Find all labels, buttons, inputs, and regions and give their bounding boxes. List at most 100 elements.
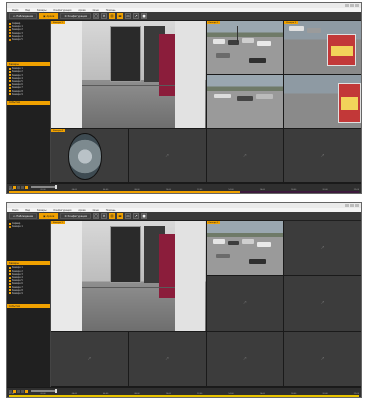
folder-icon: [9, 286, 11, 289]
grid-icon[interactable]: ▥: [109, 213, 116, 219]
camera-image: [51, 221, 206, 331]
minimize-button[interactable]: [345, 204, 349, 207]
camera-icon[interactable]: ▬: [117, 13, 124, 19]
close-button[interactable]: [355, 4, 359, 7]
camera-view[interactable]: Камера 1: [51, 221, 206, 331]
camera-view-empty[interactable]: ↗: [206, 129, 284, 182]
window-icon[interactable]: ▭: [125, 213, 132, 219]
folder-icon: [9, 289, 11, 292]
camera-view-empty[interactable]: ↗: [284, 331, 361, 386]
camera-placeholder-icon: ↗: [242, 152, 247, 159]
camera-view[interactable]: [284, 75, 361, 128]
camera-view-empty[interactable]: ↗: [206, 331, 284, 386]
live-view-button[interactable]: ▭ Наблюдение: [9, 13, 38, 19]
folder-icon: [9, 93, 11, 96]
config-button[interactable]: ⚙ Конфигурация: [60, 213, 92, 219]
camera-icon: [9, 28, 11, 31]
camera-list-item[interactable]: Камера 9: [9, 292, 48, 295]
maximize-button[interactable]: [350, 204, 354, 207]
folder-icon: [9, 266, 11, 269]
gear-icon: ⚙: [64, 14, 67, 18]
camera-label: Камера 2: [206, 221, 221, 224]
folder-icon: [9, 292, 11, 295]
camera-icon[interactable]: ▬: [117, 213, 124, 219]
camera-view-empty[interactable]: ↗: [284, 221, 361, 276]
timeline[interactable]: 00:00 02:00 04:00 06:00 08:00 10:00 12:00 14:00…: [7, 183, 361, 193]
maximize-button[interactable]: [350, 4, 354, 7]
folder-icon: [9, 83, 11, 86]
folder-icon: [9, 80, 11, 83]
tree-item[interactable]: Камера 5: [9, 38, 48, 41]
fisheye-image: [67, 133, 102, 180]
folder-icon: [9, 90, 11, 93]
camera-image: [284, 21, 361, 74]
archive-icon: ▣: [43, 14, 46, 18]
tree-item[interactable]: Камера 1: [9, 225, 48, 228]
live-view-button[interactable]: ▭ Наблюдение: [9, 213, 38, 219]
camera-view[interactable]: Камера 2: [206, 221, 284, 276]
camera-placeholder-icon: ↗: [320, 152, 325, 159]
close-button[interactable]: [355, 204, 359, 207]
events-section-header[interactable]: События: [7, 100, 50, 105]
share-icon[interactable]: ↗: [133, 213, 140, 219]
share-icon[interactable]: ↗: [133, 13, 140, 19]
sidebar: Сервер Камера 1 Камеры Камера 1 Камера 2…: [7, 221, 51, 387]
camera-label: Камера 3: [284, 21, 299, 24]
camera-list-item[interactable]: Камера 9: [9, 93, 48, 96]
camera-image: [206, 21, 284, 74]
events-section-header[interactable]: События: [7, 304, 50, 309]
camera-view-empty[interactable]: ↗: [284, 276, 361, 331]
monitor-icon: ▭: [13, 214, 16, 218]
camera-label: Камера 1: [51, 21, 65, 24]
camera-icon: [9, 35, 11, 38]
layout-icon[interactable]: ▢: [93, 13, 100, 19]
camera-view[interactable]: Камера 4: [51, 129, 128, 182]
recording-bar[interactable]: [9, 395, 359, 397]
camera-label: Камера 2: [206, 21, 221, 24]
camera-list: Камера 1 Камера 2 Камера 3 Камера 4 Каме…: [7, 265, 50, 296]
camera-placeholder-icon: ↗: [87, 355, 92, 362]
folder-icon: [9, 67, 11, 70]
folder-icon: [9, 273, 11, 276]
camera-image: [51, 21, 206, 128]
camera-view-empty[interactable]: ↗: [206, 276, 284, 331]
close-layout-icon[interactable]: ✕: [101, 213, 108, 219]
folder-icon: [9, 74, 11, 77]
camera-list: Камера 1 Камера 2 Камера 3 Камера 4 Каме…: [7, 66, 50, 97]
video-grid: Камера 1 Камера 2 ↗ ↗ ↗ ↗ ↗ ↗ ↗ ↗: [51, 221, 361, 387]
folder-icon: [9, 86, 11, 89]
fullscreen-icon[interactable]: ■: [141, 13, 148, 19]
grid-icon[interactable]: ▥: [109, 13, 116, 19]
camera-view[interactable]: Камера 2: [206, 21, 284, 74]
fullscreen-icon[interactable]: ■: [141, 213, 148, 219]
toolbar: ▭ Наблюдение ▣ Архив ⚙ Конфигурация ▢ ✕ ▥ ▬…: [7, 212, 361, 221]
timeline[interactable]: 00:00 02:00 04:00 06:00 08:00 10:00 12:00 14:00…: [7, 387, 361, 397]
video-grid: Камера 1 Камера 2 Камера 3 Камера 4 ↗ ↗ …: [51, 21, 361, 183]
archive-button[interactable]: ▣ Архив: [39, 213, 59, 219]
close-layout-icon[interactable]: ✕: [101, 13, 108, 19]
monitor-icon: ▭: [13, 14, 16, 18]
sidebar: Сервер Камера 1 Камера 2 Камера 3 Камера…: [7, 21, 51, 183]
speed-slider[interactable]: [31, 185, 57, 189]
camera-icon: [9, 32, 11, 35]
speed-slider[interactable]: [31, 389, 57, 393]
camera-view-empty[interactable]: ↗: [284, 129, 361, 182]
camera-icon: [9, 25, 11, 28]
camera-placeholder-icon: ↗: [242, 300, 247, 307]
camera-view-empty[interactable]: ↗: [51, 331, 128, 386]
recording-bar[interactable]: [9, 191, 359, 193]
camera-view[interactable]: Камера 1: [51, 21, 206, 128]
layout-icon[interactable]: ▢: [93, 213, 100, 219]
camera-view[interactable]: Камера 3: [284, 21, 361, 74]
gear-icon: ⚙: [64, 214, 67, 218]
camera-view[interactable]: [206, 75, 284, 128]
camera-view-empty[interactable]: ↗: [128, 331, 206, 386]
server-tree: Сервер Камера 1 Камера 2 Камера 3 Камера…: [7, 21, 50, 42]
recording-fill: [9, 191, 240, 193]
minimize-button[interactable]: [345, 4, 349, 7]
window-icon[interactable]: ▭: [125, 13, 132, 19]
camera-placeholder-icon: ↗: [320, 355, 325, 362]
config-button[interactable]: ⚙ Конфигурация: [60, 13, 92, 19]
camera-view-empty[interactable]: ↗: [128, 129, 206, 182]
archive-button[interactable]: ▣ Архив: [39, 13, 59, 19]
